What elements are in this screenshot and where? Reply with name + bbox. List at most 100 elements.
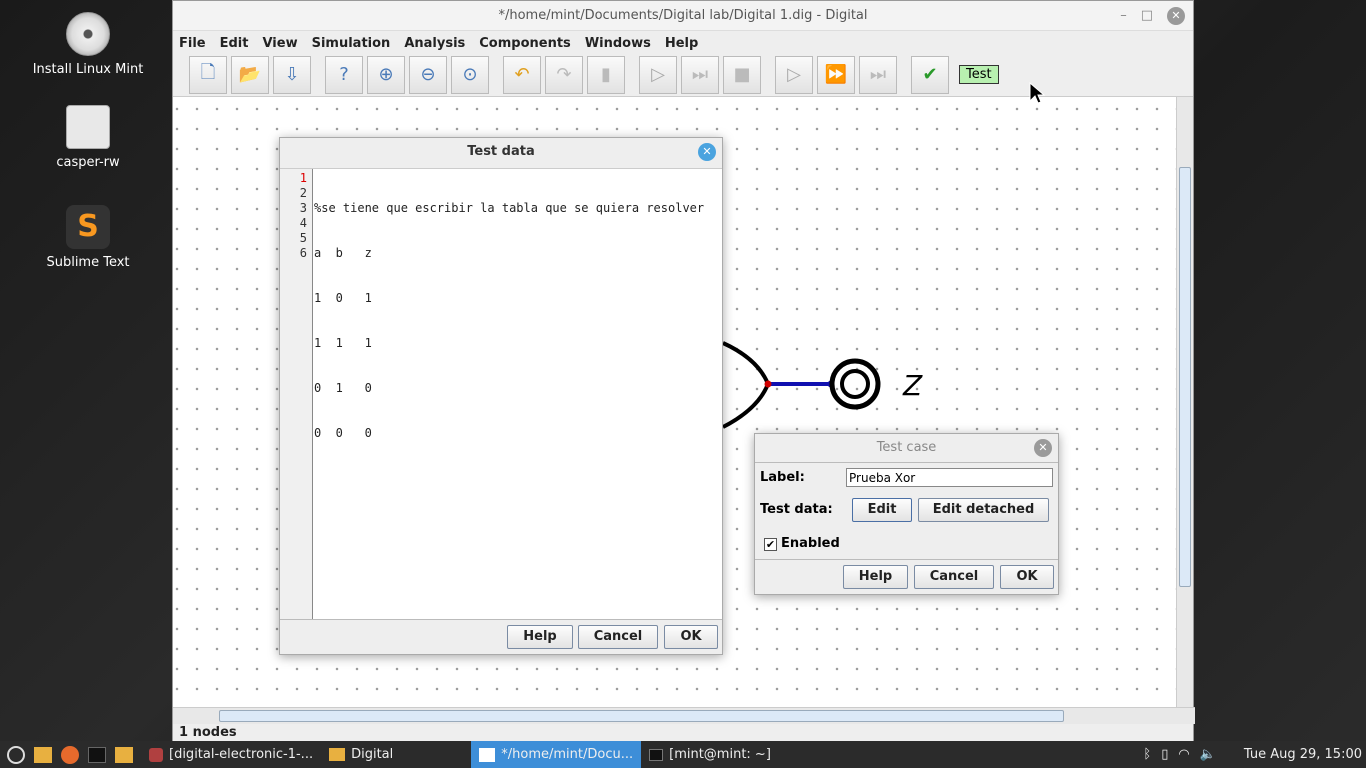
open-folder-icon[interactable]: 📂	[231, 55, 269, 94]
dialog-titlebar[interactable]: Test data ✕	[280, 138, 722, 166]
maximize-icon[interactable]: □	[1141, 1, 1153, 31]
code-line: 0 1 0	[314, 381, 372, 395]
menu-simulation[interactable]: Simulation	[312, 36, 391, 51]
desktop-icon-install-linux-mint[interactable]: Install Linux Mint	[28, 12, 148, 77]
test-data-dialog: Test data ✕ 1 2 3 4 5 6 %se tiene que es…	[279, 137, 723, 655]
test-button[interactable]: Test	[959, 65, 999, 84]
close-icon[interactable]: ✕	[1034, 439, 1052, 457]
fast-forward-icon[interactable]: ⏭	[859, 55, 897, 94]
firefox-icon[interactable]	[59, 745, 81, 765]
zoom-fit-icon[interactable]: ⊙	[451, 55, 489, 94]
check-icon[interactable]: ✔	[911, 55, 949, 94]
volume-icon[interactable]: 🔈	[1200, 747, 1216, 762]
label-input[interactable]	[846, 468, 1053, 487]
task-terminal[interactable]: [mint@mint: ~]	[641, 741, 779, 768]
task-label: Digital	[351, 747, 394, 762]
task-label: [digital-electronic-1-...	[169, 747, 314, 762]
undo-icon[interactable]: ↶	[503, 55, 541, 94]
digital-app-icon	[479, 747, 496, 762]
horizontal-scrollbar[interactable]	[173, 707, 1195, 724]
ok-button[interactable]: OK	[1000, 565, 1054, 589]
taskbar: [digital-electronic-1-... Digital */home…	[0, 741, 1366, 768]
folder-icon[interactable]	[113, 745, 135, 765]
menu-help[interactable]: Help	[665, 36, 698, 51]
help-button[interactable]: Help	[507, 625, 573, 649]
terminal-icon	[649, 748, 664, 761]
desktop-icon-casper-rw[interactable]: casper-rw	[28, 105, 148, 170]
vertical-scroll-thumb[interactable]	[1179, 167, 1191, 587]
menu-components[interactable]: Components	[479, 36, 571, 51]
code-area[interactable]: %se tiene que escribir la tabla que se q…	[314, 171, 704, 471]
step-icon[interactable]: ⏭	[681, 55, 719, 94]
help-button[interactable]: Help	[843, 565, 908, 589]
line-number: 6	[299, 246, 307, 260]
code-line: a b z	[314, 246, 372, 260]
disc-icon	[66, 12, 110, 56]
sublime-text-icon: S	[66, 205, 110, 249]
ok-button[interactable]: OK	[664, 625, 718, 649]
vertical-scrollbar[interactable]	[1176, 97, 1193, 707]
battery-icon[interactable]: ▯	[1161, 747, 1168, 762]
minimize-icon[interactable]: –	[1120, 1, 1127, 31]
drive-icon	[66, 105, 110, 149]
line-number: 5	[299, 231, 307, 245]
window-titlebar[interactable]: */home/mint/Documents/Digital lab/Digita…	[173, 1, 1193, 31]
code-line: 0 0 0	[314, 426, 372, 440]
dialog-titlebar[interactable]: Test case ✕	[755, 434, 1058, 462]
menu-windows[interactable]: Windows	[585, 36, 651, 51]
enabled-label: Enabled	[781, 536, 840, 551]
wifi-icon[interactable]: ◠	[1178, 747, 1189, 762]
desktop-icon-label: casper-rw	[56, 155, 120, 170]
task-digital-folder[interactable]: Digital	[321, 741, 401, 768]
output-inner-ring	[840, 369, 870, 399]
zoom-in-icon[interactable]: ⊕	[367, 55, 405, 94]
clock[interactable]: Tue Aug 29, 15:00	[1244, 747, 1362, 762]
run-icon[interactable]: ▷	[639, 55, 677, 94]
help-icon[interactable]: ?	[325, 55, 363, 94]
zoom-out-icon[interactable]: ⊖	[409, 55, 447, 94]
micro-step-icon[interactable]: ▷	[775, 55, 813, 94]
xor-gate-shape	[722, 341, 771, 429]
menu-edit[interactable]: Edit	[220, 36, 249, 51]
enabled-checkbox[interactable]: ✔	[764, 538, 777, 551]
delete-icon[interactable]: ▮	[587, 55, 625, 94]
app-icon	[149, 747, 163, 762]
redo-icon[interactable]: ↷	[545, 55, 583, 94]
new-file-icon[interactable]: 🗋	[189, 55, 227, 94]
desktop-icon-sublime-text[interactable]: S Sublime Text	[28, 205, 148, 270]
menu-view[interactable]: View	[262, 36, 297, 51]
task-digital-electronic[interactable]: [digital-electronic-1-...	[141, 741, 321, 768]
close-icon[interactable]: ✕	[1167, 7, 1185, 25]
run-to-break-icon[interactable]: ⏩	[817, 55, 855, 94]
test-data-caption: Test data:	[760, 502, 833, 517]
desktop-icon-label: Install Linux Mint	[32, 62, 144, 77]
test-data-editor[interactable]: 1 2 3 4 5 6 %se tiene que escribir la ta…	[280, 168, 722, 620]
files-icon[interactable]	[32, 745, 54, 765]
line-number: 3	[299, 201, 307, 215]
task-label: [mint@mint: ~]	[669, 747, 771, 762]
save-icon[interactable]: ⇩	[273, 55, 311, 94]
horizontal-scroll-thumb[interactable]	[219, 710, 1064, 722]
cancel-button[interactable]: Cancel	[914, 565, 994, 589]
task-digital-app[interactable]: */home/mint/Docu...	[471, 741, 642, 768]
line-number: 2	[299, 186, 307, 200]
test-case-dialog: Test case ✕ Label: Test data: Edit Edit …	[754, 433, 1059, 595]
dialog-title: Test data	[467, 144, 535, 159]
output-outer-ring	[829, 358, 881, 410]
test-case-form: Label: Test data: Edit Edit detached ✔ E…	[755, 462, 1058, 560]
bluetooth-icon[interactable]: ᛒ	[1143, 747, 1151, 762]
menu-analysis[interactable]: Analysis	[404, 36, 465, 51]
desktop-icon-label: Sublime Text	[46, 255, 130, 270]
close-icon[interactable]: ✕	[698, 143, 716, 161]
stop-icon[interactable]: ■	[723, 55, 761, 94]
line-number: 4	[299, 216, 307, 230]
window-title: */home/mint/Documents/Digital lab/Digita…	[498, 8, 868, 23]
edit-button[interactable]: Edit	[852, 498, 912, 522]
mint-menu-icon[interactable]	[5, 745, 27, 765]
edit-detached-button[interactable]: Edit detached	[918, 498, 1049, 522]
menu-file[interactable]: File	[179, 36, 206, 51]
cancel-button[interactable]: Cancel	[578, 625, 658, 649]
code-line: 1 0 1	[314, 291, 372, 305]
terminal-icon[interactable]	[86, 745, 108, 765]
code-line: 1 1 1	[314, 336, 372, 350]
